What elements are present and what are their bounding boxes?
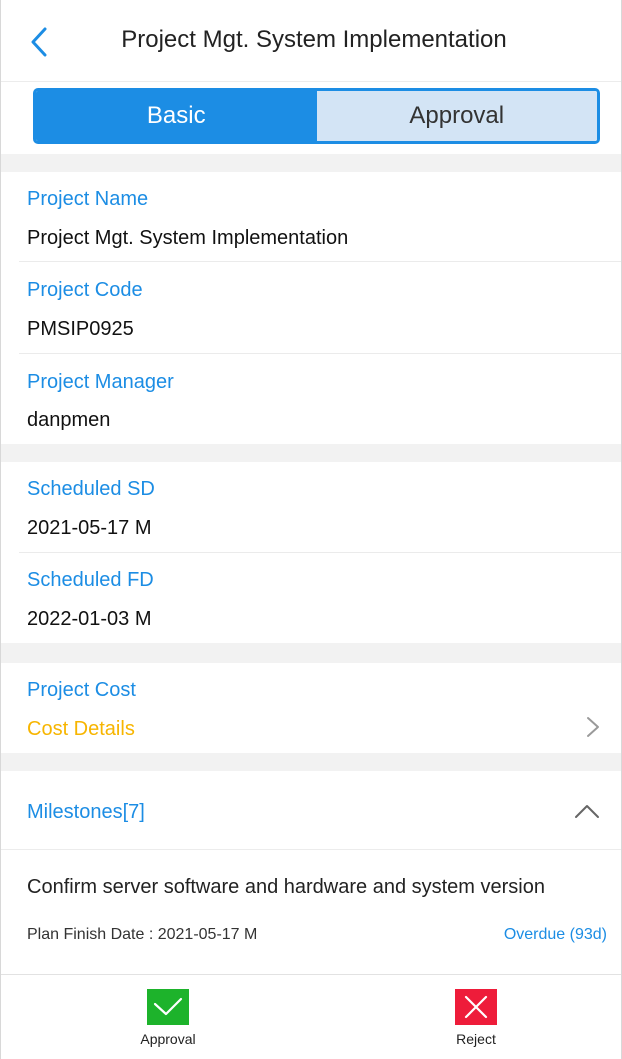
milestone-description: Confirm server software and hardware and… <box>27 876 545 898</box>
milestone-item[interactable]: Confirm server software and hardware and… <box>1 850 621 972</box>
field-value: 2022-01-03 M <box>27 608 152 630</box>
section-gap <box>1 643 621 663</box>
field-project-code: Project Code PMSIP0925 <box>1 262 621 354</box>
field-scheduled-fd: Scheduled FD 2022-01-03 M <box>1 553 621 643</box>
back-button[interactable] <box>19 22 59 62</box>
field-label: Scheduled FD <box>27 569 154 591</box>
tab-bar: Basic Approval <box>33 88 600 144</box>
close-icon <box>455 989 497 1025</box>
milestones-title: Milestones[7] <box>27 801 145 823</box>
field-project-cost[interactable]: Project Cost Cost Details <box>1 663 621 753</box>
field-label: Scheduled SD <box>27 478 155 500</box>
reject-label: Reject <box>456 1031 496 1047</box>
milestone-plan-finish: Plan Finish Date : 2021-05-17 M <box>27 926 258 943</box>
field-label: Project Name <box>27 188 149 210</box>
field-scheduled-sd: Scheduled SD 2021-05-17 M <box>1 462 621 553</box>
field-value: danpmen <box>27 409 111 431</box>
milestone-status: Overdue (93d) <box>503 926 607 943</box>
chevron-right-icon <box>587 717 599 737</box>
field-label: Project Manager <box>27 371 174 393</box>
bottom-action-bar: Approval Reject <box>1 974 621 1059</box>
check-icon <box>147 989 189 1025</box>
cost-details-link[interactable]: Cost Details <box>27 718 135 741</box>
section-gap <box>1 753 621 771</box>
tab-basic[interactable]: Basic <box>36 91 317 141</box>
field-label: Project Cost <box>27 679 136 701</box>
reject-button[interactable]: Reject <box>431 989 521 1047</box>
page-title: Project Mgt. System Implementation <box>121 26 507 53</box>
field-project-manager: Project Manager danpmen <box>1 354 621 444</box>
approval-label: Approval <box>140 1031 196 1047</box>
section-gap <box>1 444 621 462</box>
field-label: Project Code <box>27 279 143 301</box>
approval-button[interactable]: Approval <box>123 989 213 1047</box>
chevron-left-icon <box>31 27 47 57</box>
tab-approval[interactable]: Approval <box>316 91 597 141</box>
tab-bar-container: Basic Approval <box>1 82 621 154</box>
field-project-name: Project Name Project Mgt. System Impleme… <box>1 172 621 262</box>
field-value: 2021-05-17 M <box>27 517 152 539</box>
field-value: Project Mgt. System Implementation <box>27 227 349 249</box>
field-value: PMSIP0925 <box>27 318 134 340</box>
milestones-header[interactable]: Milestones[7] <box>1 771 621 850</box>
section-gap <box>1 154 621 172</box>
top-bar: Project Mgt. System Implementation <box>1 0 621 82</box>
chevron-up-icon[interactable] <box>573 801 601 821</box>
app-screen: Project Mgt. System Implementation Basic… <box>0 0 622 1059</box>
